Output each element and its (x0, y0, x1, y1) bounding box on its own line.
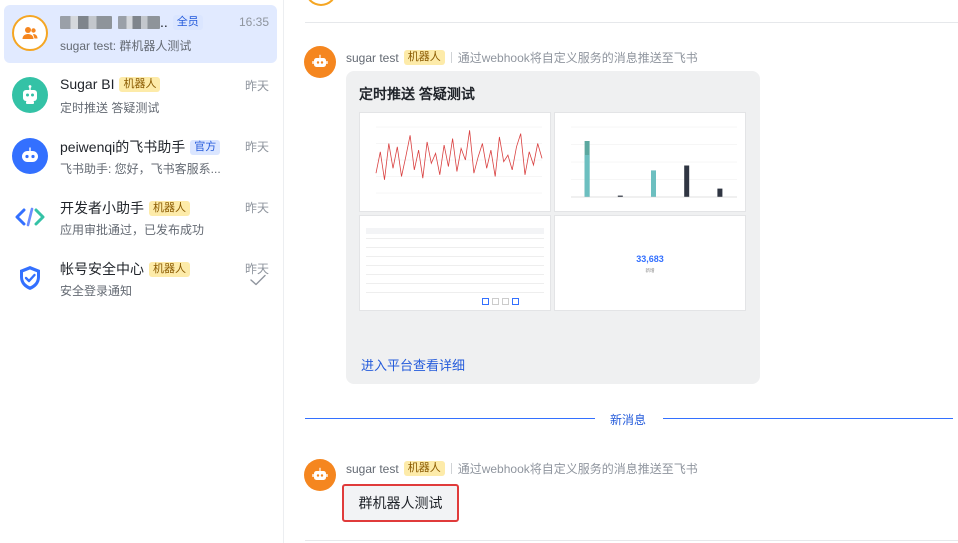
assistant-robot-icon (22, 147, 38, 162)
chat-time: 昨天 (244, 140, 269, 154)
official-tag: 官方 (190, 139, 221, 155)
chat-preview: 定时推送 答疑测试 (60, 101, 160, 115)
previous-avatar-edge (305, 0, 337, 6)
kpi-value: 33,683 (636, 254, 664, 264)
message-bubble[interactable]: 群机器人测试 (342, 484, 459, 522)
page-button[interactable] (502, 298, 509, 305)
bot-avatar[interactable] (304, 459, 336, 491)
security-avatar (12, 260, 48, 296)
chat-list: .. 全员 sugar test: 群机器人测试 16:35 Sugar BI … (0, 0, 284, 543)
meta-separator (450, 463, 452, 474)
bar (684, 165, 690, 197)
sender-name[interactable]: sugar test (346, 51, 399, 65)
kpi-label: 新增 (645, 268, 655, 273)
chat-item-group[interactable]: .. 全员 sugar test: 群机器人测试 16:35 (4, 5, 277, 63)
table-panel[interactable] (359, 215, 551, 311)
robot-icon (312, 54, 328, 67)
sugar-bi-avatar (12, 77, 48, 113)
chat-title: 开发者小助手 (60, 200, 144, 216)
table-row (366, 292, 544, 293)
sender-name[interactable]: sugar test (346, 462, 399, 476)
chat-item-sugar-bi[interactable]: Sugar BI 机器人 定时推送 答疑测试 昨天 (4, 67, 277, 125)
chat-preview: 安全登录通知 (60, 284, 133, 298)
bar (584, 155, 590, 197)
chat-title: peiwenqi的飞书助手 (60, 139, 186, 155)
bot-avatar[interactable] (304, 46, 336, 78)
bot-tag: 机器人 (149, 200, 190, 216)
report-card[interactable]: 定时推送 答疑测试 33,683 新增 进入平台查看详细 (346, 71, 760, 384)
chat-item-feishu-assistant[interactable]: peiwenqi的飞书助手 官方 飞书助手: 您好，飞书客服系... 昨天 (4, 128, 277, 186)
chat-preview: 飞书助手: 您好，飞书客服系... (60, 162, 221, 176)
bot-tag: 机器人 (403, 461, 445, 476)
sender-description: 通过webhook将自定义服务的消息推送至飞书 (457, 462, 698, 476)
table-row (366, 274, 544, 275)
message-divider (305, 22, 958, 23)
chat-title: Sugar BI (60, 76, 115, 92)
shield-icon (20, 266, 40, 290)
line-chart (375, 126, 543, 194)
member-tag: 全员 (172, 14, 203, 30)
group-icon (22, 27, 38, 39)
developer-avatar (12, 199, 48, 235)
chat-preview: 应用审批通过，已发布成功 (60, 223, 205, 237)
chat-item-account-security[interactable]: 帐号安全中心 机器人 安全登录通知 昨天 (4, 250, 277, 308)
bot-tag: 机器人 (403, 50, 445, 65)
assistant-avatar (12, 138, 48, 174)
chat-title: 帐号安全中心 (60, 261, 144, 277)
table-row (366, 247, 544, 248)
table-row (366, 265, 544, 266)
app-window: .. 全员 sugar test: 群机器人测试 16:35 Sugar BI … (0, 0, 958, 543)
sender-description: 通过webhook将自定义服务的消息推送至飞书 (457, 51, 698, 65)
table-row (366, 238, 544, 239)
new-message-divider-left (305, 418, 595, 419)
read-check-icon (250, 274, 266, 286)
redacted-name (60, 15, 112, 29)
conversation-pane: sugar test 机器人 通过webhook将自定义服务的消息推送至飞书 定… (285, 0, 958, 543)
chat-title: .. (160, 14, 168, 30)
bar (717, 188, 723, 197)
line-series (375, 130, 543, 180)
bot-tag: 机器人 (149, 261, 190, 277)
new-message-divider-right (663, 418, 953, 419)
table-row (366, 256, 544, 257)
page-button[interactable] (482, 298, 489, 305)
group-avatar (12, 15, 48, 51)
view-details-link[interactable]: 进入平台查看详细 (361, 355, 465, 374)
redacted-name (118, 15, 160, 29)
page-button[interactable] (512, 298, 519, 305)
bot-tag: 机器人 (119, 76, 161, 92)
code-brackets-icon (15, 207, 45, 227)
card-title: 定时推送 答疑测试 (359, 86, 475, 102)
robot-icon (312, 467, 328, 480)
table-row (366, 283, 544, 284)
bar-chart-panel[interactable] (554, 112, 746, 212)
table-pagination[interactable] (482, 298, 542, 305)
kpi-panel[interactable]: 33,683 新增 (554, 215, 746, 311)
table-header-row (366, 228, 544, 234)
page-button[interactable] (492, 298, 499, 305)
line-chart-panel[interactable] (359, 112, 551, 212)
chat-preview: sugar test: 群机器人测试 (60, 39, 192, 53)
message-divider (305, 540, 958, 541)
chat-time: 昨天 (244, 201, 269, 215)
bar (651, 170, 656, 197)
robot-icon (23, 85, 37, 104)
meta-separator (450, 52, 452, 63)
new-message-label: 新消息 (610, 413, 647, 427)
chat-time: 昨天 (244, 79, 269, 93)
bar-chart (571, 126, 737, 198)
chat-time: 16:35 (238, 15, 269, 29)
chat-item-developer-assistant[interactable]: 开发者小助手 机器人 应用审批通过，已发布成功 昨天 (4, 189, 277, 247)
